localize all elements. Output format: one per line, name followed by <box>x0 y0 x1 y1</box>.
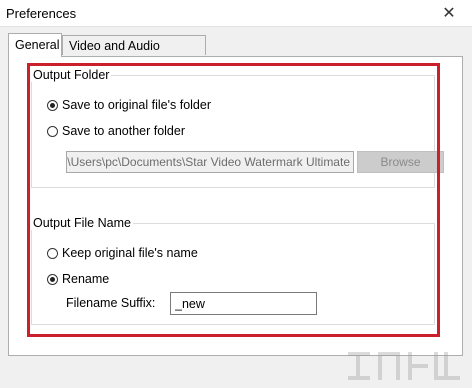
radio-save-another-folder-label: Save to another folder <box>62 124 185 138</box>
radio-rename-label: Rename <box>62 272 110 286</box>
radio-save-original-folder-label: Save to original file's folder <box>62 98 211 112</box>
radio-save-another-folder[interactable]: Save to another folder <box>47 124 185 138</box>
radio-save-original-folder[interactable]: Save to original file's folder <box>47 98 211 112</box>
tab-general[interactable]: General <box>8 33 62 57</box>
radio-unchecked-icon[interactable] <box>47 247 58 259</box>
radio-keep-original-name[interactable]: Keep original file's name <box>47 246 198 260</box>
tab-video-and-audio-setting[interactable]: Video and Audio Setting <box>62 35 206 73</box>
browse-button[interactable]: Browse <box>357 151 444 173</box>
window-title: Preferences <box>6 6 77 21</box>
output-file-name-title: Output File Name <box>31 216 133 230</box>
close-icon[interactable]: ✕ <box>426 0 472 26</box>
filename-suffix-label: Filename Suffix: <box>66 296 156 310</box>
watermark-logo <box>348 352 460 380</box>
radio-checked-icon[interactable] <box>47 99 58 111</box>
output-folder-path-field[interactable]: C:\Users\pc\Documents\Star Video Waterma… <box>66 151 354 173</box>
radio-checked-icon[interactable] <box>47 273 58 285</box>
output-folder-title: Output Folder <box>31 68 112 82</box>
radio-rename[interactable]: Rename <box>47 272 109 286</box>
output-folder-path-text: C:\Users\pc\Documents\Star Video Waterma… <box>66 155 350 169</box>
radio-keep-original-name-label: Keep original file's name <box>62 246 198 260</box>
filename-suffix-input[interactable] <box>170 292 317 315</box>
radio-unchecked-icon[interactable] <box>47 125 58 137</box>
title-bar: Preferences ✕ <box>0 0 472 27</box>
